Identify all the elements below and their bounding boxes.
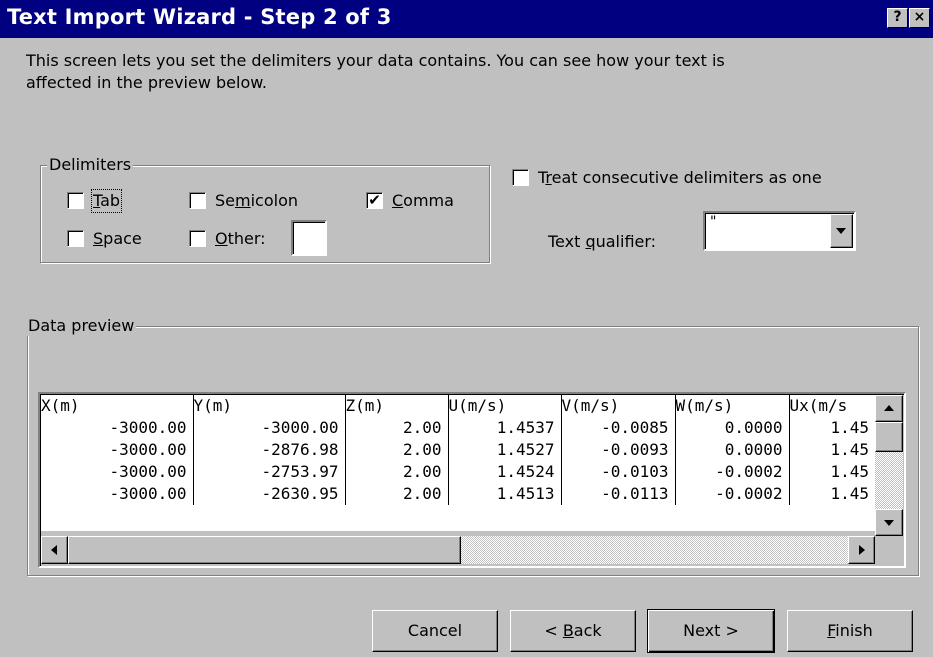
preview-header-cell: Ux(m/s <box>788 395 875 417</box>
preview-cell: 1.45 <box>788 417 875 439</box>
preview-cell: -3000.00 <box>109 462 187 481</box>
preview-cell: 1.4524 <box>447 461 561 483</box>
preview-cell: -0.0002 <box>674 461 789 483</box>
consecutive-delimiters-checkbox[interactable]: Treat consecutive delimiters as one <box>512 168 862 190</box>
other-delimiter-input[interactable] <box>291 220 327 256</box>
vertical-scrollbar[interactable] <box>875 395 903 536</box>
comma-checkbox-label: Comma <box>392 191 454 210</box>
preview-cell: -3000.00 <box>109 440 187 459</box>
arrow-right-icon <box>859 545 865 555</box>
preview-header-cell: W(m/s) <box>674 395 789 417</box>
close-button[interactable]: × <box>909 8 930 28</box>
space-checkbox-box[interactable] <box>67 230 84 247</box>
other-checkbox-label: Other: <box>215 229 266 248</box>
tab-checkbox-label: Tab <box>90 189 123 213</box>
preview-cell: 2.00 <box>344 417 448 439</box>
tab-checkbox-box[interactable] <box>67 192 84 209</box>
preview-row: -3000.00 -3000.00 2.00 1.4537 -0.0085 0.… <box>41 417 875 439</box>
preview-cell: 1.4513 <box>447 483 561 505</box>
preview-cell: -0.0103 <box>560 461 675 483</box>
preview-cell: -0.0093 <box>560 439 675 461</box>
consecutive-delimiters-checkbox-box[interactable] <box>512 169 529 186</box>
preview-cell: 0.0000 <box>674 417 789 439</box>
preview-cell: 1.45 <box>788 483 875 505</box>
preview-row: -3000.00 -2876.98 2.00 1.4527 -0.0093 0.… <box>41 439 875 461</box>
preview-cell: 1.4527 <box>447 439 561 461</box>
horizontal-scrollbar[interactable] <box>41 536 875 564</box>
text-qualifier-dropdown-button[interactable] <box>830 214 853 248</box>
text-qualifier-value: " <box>710 214 717 230</box>
scroll-down-button[interactable] <box>875 509 903 536</box>
description-text: This screen lets you set the delimiters … <box>26 51 725 92</box>
preview-header-cell: Z(m) <box>344 395 448 417</box>
tab-checkbox[interactable]: Tab <box>67 189 147 213</box>
data-preview-group-label: Data preview <box>26 316 137 336</box>
preview-row: -3000.00 -2630.95 2.00 1.4513 -0.0113 -0… <box>41 483 875 505</box>
preview-cell: -3000.00 <box>192 417 345 439</box>
help-button[interactable]: ? <box>887 8 908 28</box>
scroll-left-button[interactable] <box>41 536 68 564</box>
delimiters-group-label: Delimiters <box>47 155 134 175</box>
arrow-up-icon <box>884 405 894 411</box>
vertical-scroll-thumb[interactable] <box>875 422 903 452</box>
preview-cell: -3000.00 <box>109 418 187 437</box>
semicolon-checkbox[interactable]: Semicolon <box>189 191 329 213</box>
space-checkbox-label: Space <box>93 229 142 248</box>
preview-row: -3000.00 -2753.97 2.00 1.4524 -0.0103 -0… <box>41 461 875 483</box>
arrow-down-icon <box>884 520 894 526</box>
back-button[interactable]: < Back <box>510 610 636 652</box>
preview-header-cell: U(m/s) <box>447 395 561 417</box>
preview-cell: 1.45 <box>788 461 875 483</box>
other-checkbox-box[interactable] <box>189 230 206 247</box>
horizontal-scroll-thumb[interactable] <box>68 536 461 564</box>
other-checkbox[interactable]: Other: <box>189 229 279 251</box>
title-bar: Text Import Wizard - Step 2 of 3 ? × <box>0 0 933 38</box>
data-preview-table: X(m) Y(m) Z(m) U(m/s) V(m/s) W(m/s) Ux(m… <box>41 395 875 531</box>
preview-header-cell: Y(m) <box>192 395 345 417</box>
preview-header-cell: X(m) <box>41 396 80 415</box>
comma-checkbox-box[interactable]: ✔ <box>366 192 383 209</box>
preview-cell: -2876.98 <box>192 439 345 461</box>
preview-cell: 2.00 <box>344 461 448 483</box>
preview-cell: 1.4537 <box>447 417 561 439</box>
text-qualifier-select[interactable]: " <box>703 211 856 251</box>
window-title: Text Import Wizard - Step 2 of 3 <box>7 5 392 29</box>
preview-cell: -2630.95 <box>192 483 345 505</box>
delimiters-group: Delimiters Tab Semicolon ✔ Comma Space O… <box>40 155 490 263</box>
consecutive-delimiters-label: Treat consecutive delimiters as one <box>538 168 822 187</box>
preview-cell: -0.0002 <box>674 483 789 505</box>
preview-cell: -2753.97 <box>192 461 345 483</box>
preview-header-cell: V(m/s) <box>560 395 675 417</box>
semicolon-checkbox-label: Semicolon <box>215 191 298 210</box>
comma-checkbox[interactable]: ✔ Comma <box>366 191 476 213</box>
finish-button[interactable]: Finish <box>787 610 913 652</box>
preview-cell: 0.0000 <box>674 439 789 461</box>
chevron-down-icon <box>836 228 846 234</box>
scroll-right-button[interactable] <box>848 536 875 564</box>
preview-cell: 2.00 <box>344 439 448 461</box>
next-button[interactable]: Next > <box>647 609 775 653</box>
preview-cell: -0.0113 <box>560 483 675 505</box>
cancel-button[interactable]: Cancel <box>372 610 498 652</box>
semicolon-checkbox-box[interactable] <box>189 192 206 209</box>
preview-cell: -0.0085 <box>560 417 675 439</box>
preview-cell: 1.45 <box>788 439 875 461</box>
preview-cell: 2.00 <box>344 483 448 505</box>
text-qualifier-label: Text qualifier: <box>548 232 657 251</box>
preview-cell: -3000.00 <box>109 484 187 503</box>
space-checkbox[interactable]: Space <box>67 229 167 251</box>
preview-header-row: X(m) Y(m) Z(m) U(m/s) V(m/s) W(m/s) Ux(m… <box>41 395 875 417</box>
arrow-left-icon <box>51 545 57 555</box>
scroll-up-button[interactable] <box>875 395 903 422</box>
